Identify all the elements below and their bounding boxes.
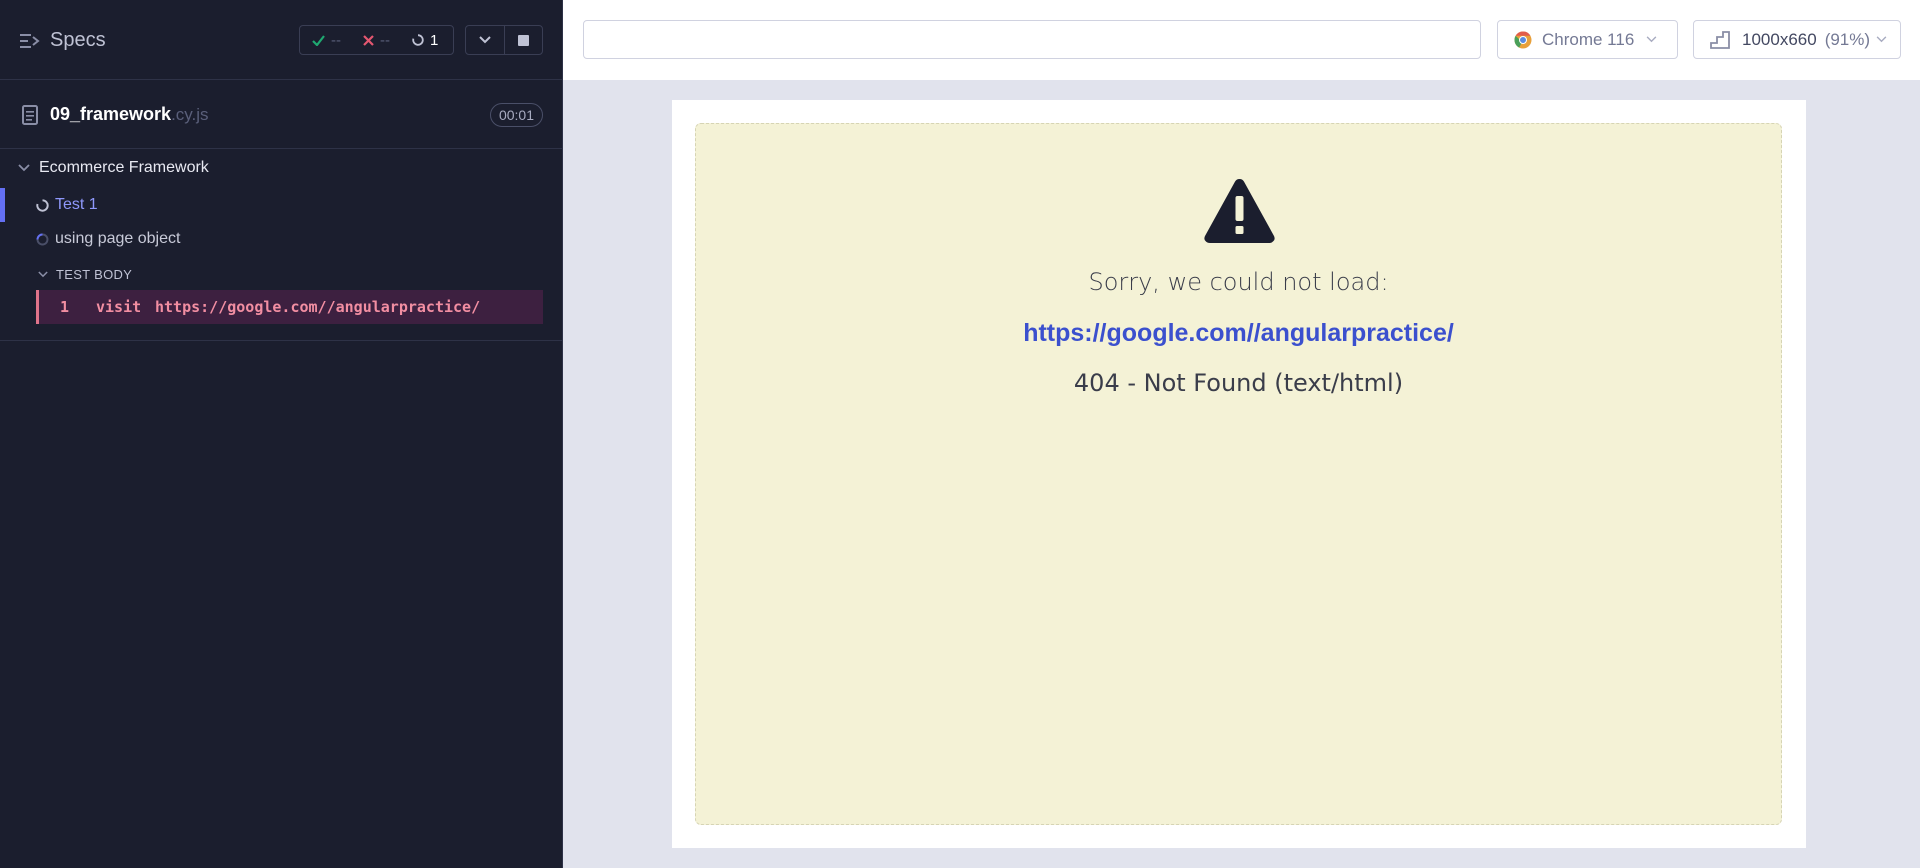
run-controls	[465, 25, 543, 55]
error-url-link[interactable]: https://google.com//angularpractice/	[696, 319, 1781, 348]
command-visit[interactable]: 1 visit https://google.com//angularpract…	[36, 290, 543, 324]
command-number: 1	[60, 298, 70, 316]
reporter-header: Specs -- -- 1	[0, 0, 563, 80]
test-body-toggle[interactable]: TEST BODY	[0, 264, 563, 284]
command-name: visit	[96, 298, 142, 316]
pending-count: 1	[430, 31, 439, 49]
specs-label: Specs	[50, 29, 106, 51]
chevron-down-icon	[1646, 36, 1657, 43]
divider	[0, 340, 563, 341]
test-title: Test 1	[55, 196, 98, 213]
chevron-down-icon	[38, 270, 48, 277]
spec-name: 09_framework	[50, 104, 172, 124]
browser-label: Chrome 116	[1542, 29, 1635, 49]
chevron-down-icon	[479, 36, 491, 44]
browser-selector[interactable]: Chrome 116	[1497, 20, 1678, 59]
test-title: using page object	[55, 230, 181, 247]
url-input[interactable]	[583, 20, 1481, 59]
error-panel: Sorry, we could not load: https://google…	[695, 123, 1782, 825]
runner-header: Chrome 116 1000x660 (91%)	[563, 0, 1920, 80]
test-stats: -- -- 1	[299, 25, 454, 55]
app-under-test-frame: Sorry, we could not load: https://google…	[672, 100, 1806, 848]
error-status: 404 - Not Found (text/html)	[1073, 369, 1404, 397]
passed-count: --	[331, 31, 341, 49]
stop-button[interactable]	[503, 26, 543, 54]
suite-ecommerce-framework[interactable]: Ecommerce Framework	[0, 156, 563, 180]
command-message: https://google.com//angularpractice/	[155, 298, 481, 316]
chevron-down-icon	[18, 164, 30, 172]
viewport-size: 1000x660	[1742, 29, 1817, 49]
warning-icon	[1204, 179, 1275, 243]
chevron-down-icon	[1876, 36, 1887, 43]
ruler-icon	[1710, 30, 1730, 49]
expand-button[interactable]	[466, 26, 504, 54]
queued-icon	[36, 233, 49, 245]
viewport-selector[interactable]: 1000x660 (91%)	[1693, 20, 1901, 59]
specs-toggle-button[interactable]: Specs	[20, 29, 106, 52]
spinner-icon	[36, 198, 49, 212]
pending-stat: 1	[412, 32, 438, 49]
spinner-icon	[412, 34, 424, 46]
zoom-level: (91%)	[1824, 29, 1871, 49]
error-message: Sorry, we could not load:	[1088, 268, 1389, 296]
chrome-icon	[1514, 30, 1532, 48]
spec-header: 09_framework.cy.js 00:01	[0, 81, 563, 149]
suite-title: Ecommerce Framework	[39, 159, 209, 176]
check-icon	[312, 34, 325, 46]
failed-count: --	[380, 31, 390, 49]
reporter-panel: Specs -- -- 1 09_framework.cy.js 00:01 E…	[0, 0, 563, 868]
spec-duration: 00:01	[490, 103, 543, 127]
test-item-test-1[interactable]: Test 1	[0, 188, 563, 222]
failed-stat: --	[363, 32, 390, 49]
spec-extension: .cy.js	[171, 105, 209, 124]
x-icon	[363, 34, 374, 46]
test-item-using-page-object[interactable]: using page object	[0, 222, 563, 256]
spec-filename[interactable]: 09_framework.cy.js	[50, 104, 209, 125]
test-body-label: TEST BODY	[56, 266, 133, 282]
stop-icon	[517, 34, 529, 46]
list-collapse-icon	[20, 33, 40, 48]
document-icon	[22, 105, 38, 125]
passed-stat: --	[312, 32, 341, 49]
